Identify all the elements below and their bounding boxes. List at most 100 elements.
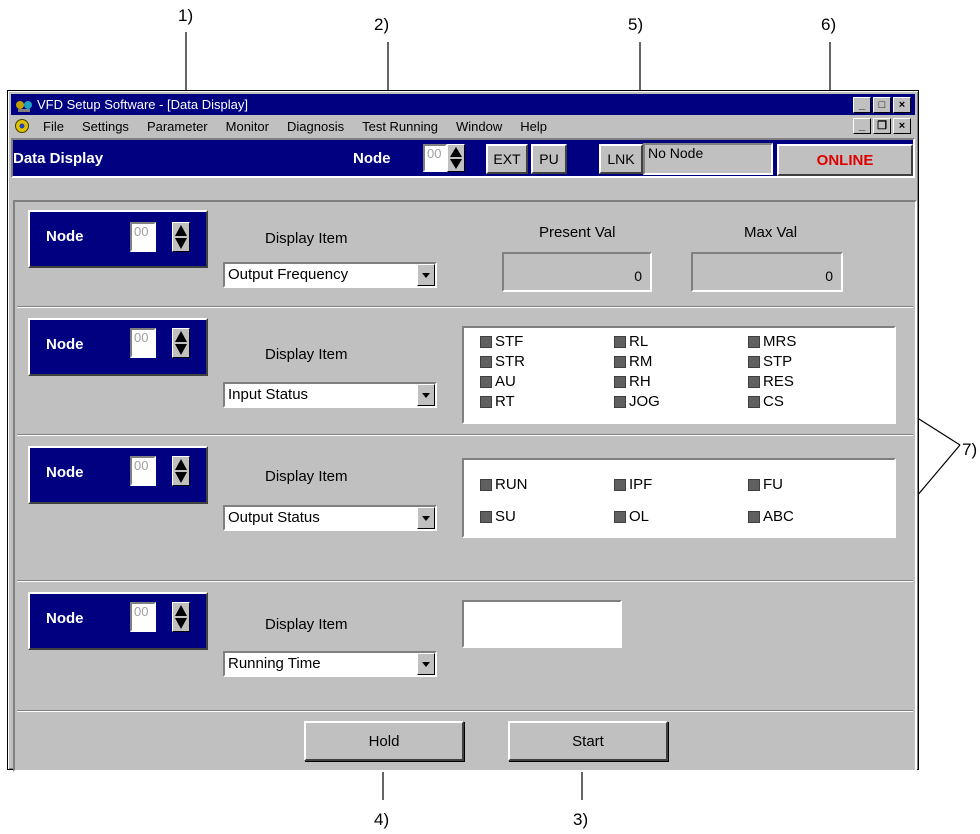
row1-node-stepper[interactable] (172, 222, 190, 252)
row4-node-stepper[interactable] (172, 602, 190, 632)
window-title: VFD Setup Software - [Data Display] (37, 97, 248, 112)
led-icon (748, 395, 760, 408)
menu-help[interactable]: Help (511, 119, 556, 134)
input-signal: AU (480, 374, 516, 389)
led-icon (614, 510, 626, 523)
row1-display-item-select[interactable]: Output Frequency (223, 262, 437, 288)
row-divider (17, 580, 913, 582)
menu-diagnosis[interactable]: Diagnosis (278, 119, 353, 134)
start-button[interactable]: Start (508, 721, 668, 761)
row2-node-box: Node 00 (28, 318, 208, 376)
up-down-arrow-icon (175, 331, 187, 355)
ext-button[interactable]: EXT (486, 144, 528, 174)
chevron-down-icon[interactable] (417, 384, 435, 406)
maximize-icon[interactable]: □ (873, 97, 891, 113)
header-toolbar: Data Display Node 00 EXT PU LNK No Node … (11, 138, 915, 178)
led-icon (614, 395, 626, 408)
menu-file[interactable]: File (34, 119, 73, 134)
row4-display-item-label: Display Item (265, 616, 348, 633)
close-icon[interactable]: × (893, 97, 911, 113)
row4-node-input[interactable]: 00 (130, 602, 156, 632)
row3-node-box: Node 00 (28, 446, 208, 504)
app-window: VFD Setup Software - [Data Display] _ □ … (7, 90, 919, 772)
chevron-down-icon[interactable] (417, 507, 435, 529)
output-signal: FU (748, 477, 783, 492)
chevron-down-icon[interactable] (417, 264, 435, 286)
row-divider (17, 306, 913, 308)
title-bar[interactable]: VFD Setup Software - [Data Display] _ □ … (11, 94, 915, 115)
max-value-display: 0 (691, 252, 843, 292)
chevron-down-icon[interactable] (417, 653, 435, 675)
row2-display-item-label: Display Item (265, 346, 348, 363)
led-icon (614, 478, 626, 491)
hold-button[interactable]: Hold (304, 721, 464, 761)
led-icon (480, 335, 492, 348)
child-close-icon[interactable]: × (893, 118, 911, 134)
present-value-display: 0 (502, 252, 652, 292)
input-signal: STF (480, 334, 523, 349)
input-signal: RES (748, 374, 794, 389)
menu-monitor[interactable]: Monitor (217, 119, 278, 134)
row3-node-input[interactable]: 00 (130, 456, 156, 486)
child-minimize-icon[interactable]: _ (853, 118, 871, 134)
input-signal: JOG (614, 394, 660, 409)
row3-selected-value: Output Status (228, 509, 320, 526)
row2-node-input[interactable]: 00 (130, 328, 156, 358)
present-val-label: Present Val (539, 224, 616, 241)
led-icon (480, 478, 492, 491)
row2-display-item-select[interactable]: Input Status (223, 382, 437, 408)
app-icon (15, 97, 33, 113)
menu-test-running[interactable]: Test Running (353, 119, 447, 134)
input-signal: MRS (748, 334, 796, 349)
row1-selected-value: Output Frequency (228, 266, 349, 283)
running-time-display (462, 600, 622, 648)
menu-settings[interactable]: Settings (73, 119, 138, 134)
menu-parameter[interactable]: Parameter (138, 119, 217, 134)
row3-node-stepper[interactable] (172, 456, 190, 486)
output-signal: OL (614, 509, 649, 524)
input-status-panel: STF STR AU RT RL RM RH JOG MRS STP RES C… (462, 326, 896, 424)
child-restore-icon[interactable]: ❐ (873, 118, 891, 134)
data-display-panel: Node 00 Display Item Output Frequency Pr… (13, 200, 917, 772)
row4-display-item-select[interactable]: Running Time (223, 651, 437, 677)
led-icon (748, 335, 760, 348)
output-signal: ABC (748, 509, 794, 524)
menu-bar: File Settings Parameter Monitor Diagnosi… (11, 116, 915, 136)
row1-node-box: Node 00 (28, 210, 208, 268)
input-signal: STR (480, 354, 525, 369)
input-signal: STP (748, 354, 792, 369)
led-icon (748, 510, 760, 523)
input-signal: RT (480, 394, 515, 409)
row2-node-stepper[interactable] (172, 328, 190, 358)
row4-selected-value: Running Time (228, 655, 321, 672)
input-signal: RL (614, 334, 648, 349)
output-status-panel: RUN SU IPF OL FU ABC (462, 458, 896, 538)
online-button[interactable]: ONLINE (777, 144, 913, 176)
row3-display-item-select[interactable]: Output Status (223, 505, 437, 531)
input-signal: RH (614, 374, 651, 389)
led-icon (614, 375, 626, 388)
minimize-icon[interactable]: _ (853, 97, 871, 113)
toolbar-node-input[interactable]: 00 (423, 144, 447, 172)
input-signal: CS (748, 394, 784, 409)
row2-node-label: Node (46, 336, 84, 353)
row-divider (17, 710, 913, 712)
led-icon (480, 375, 492, 388)
toolbar-node-stepper[interactable] (447, 144, 465, 172)
output-signal: RUN (480, 477, 528, 492)
led-icon (748, 478, 760, 491)
toolbar-node-label: Node (353, 150, 391, 167)
pu-button[interactable]: PU (531, 144, 567, 174)
led-icon (480, 510, 492, 523)
up-down-arrow-icon (450, 147, 462, 169)
node-status-field: No Node (643, 143, 773, 175)
lnk-button[interactable]: LNK (599, 144, 643, 174)
row1-node-input[interactable]: 00 (130, 222, 156, 252)
row-divider (17, 434, 913, 436)
document-icon[interactable] (13, 118, 31, 134)
output-signal: SU (480, 509, 516, 524)
row1-node-label: Node (46, 228, 84, 245)
menu-window[interactable]: Window (447, 119, 511, 134)
up-down-arrow-icon (175, 225, 187, 249)
led-icon (748, 375, 760, 388)
